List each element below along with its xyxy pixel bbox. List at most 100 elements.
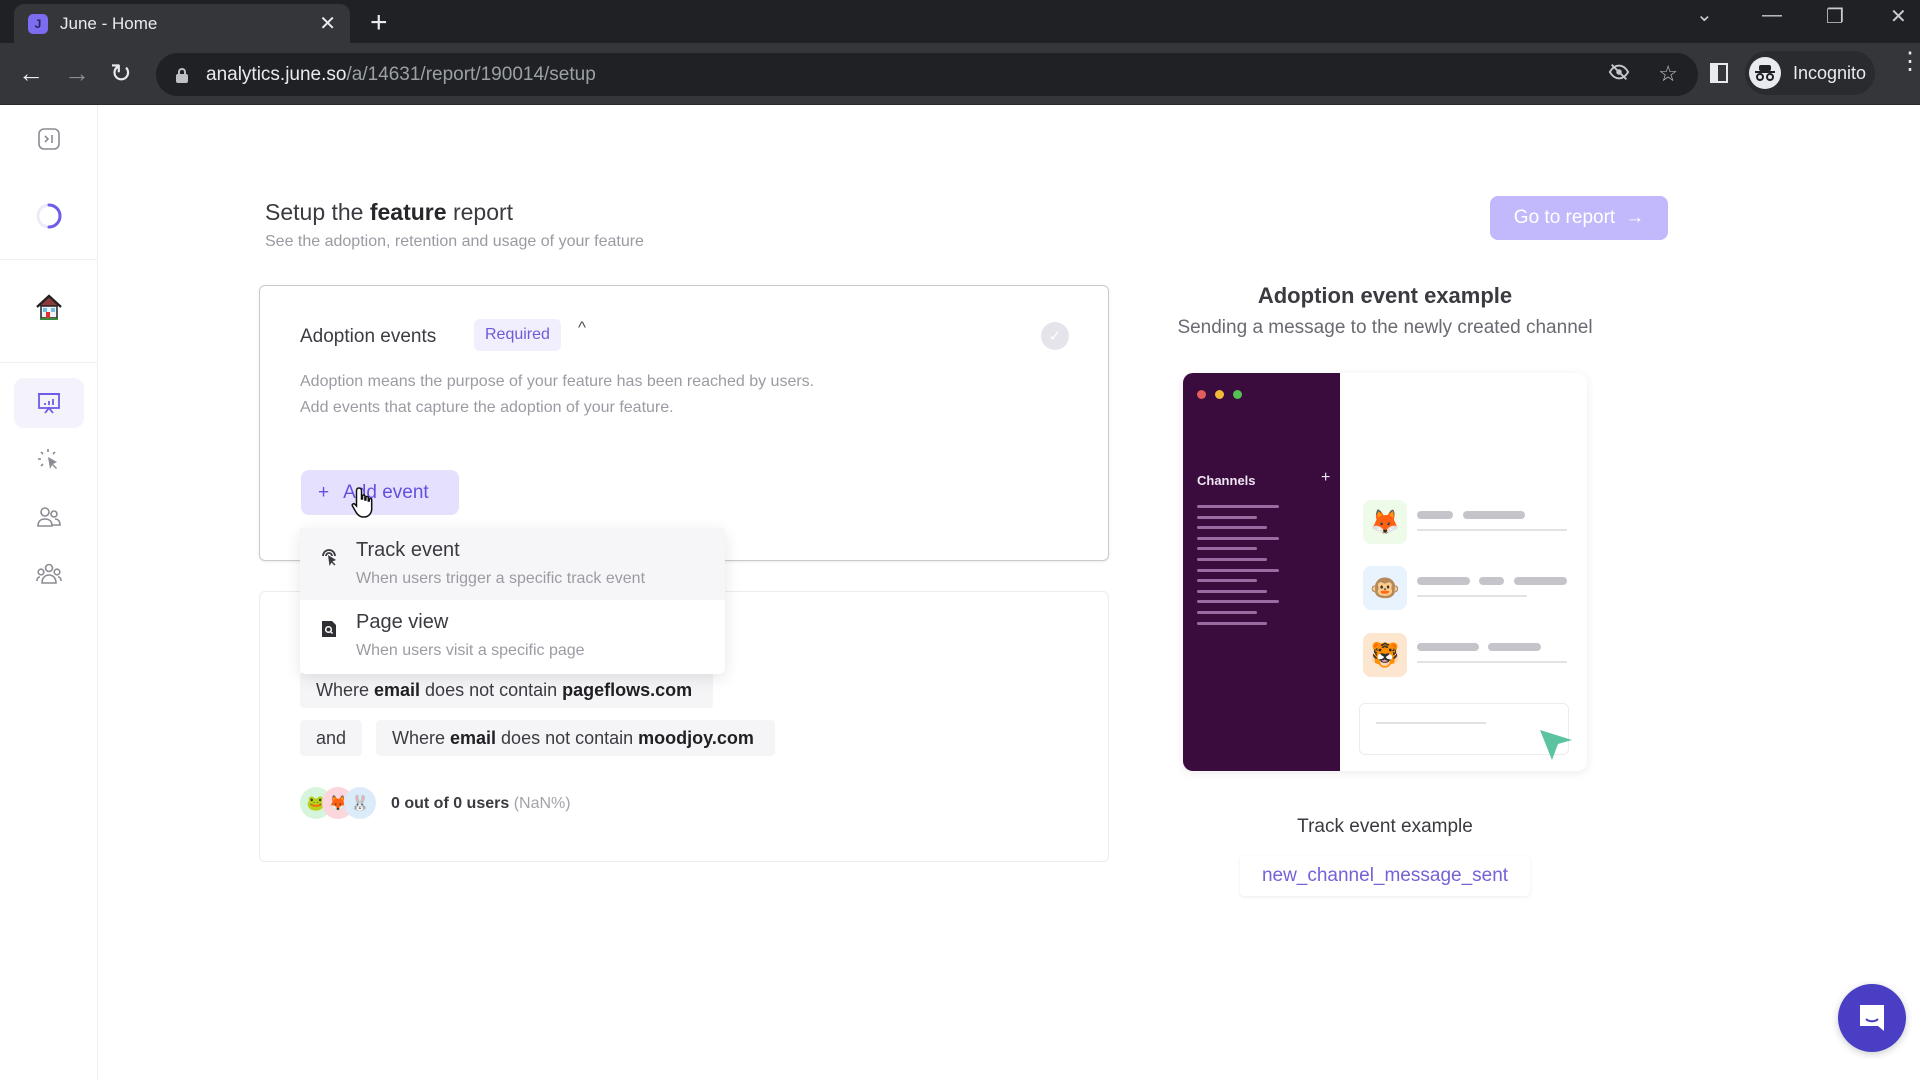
restore-icon[interactable]: ❐ <box>1826 4 1844 29</box>
mock-channel-line <box>1197 515 1257 519</box>
example-illustration: Channels + 🦊 🐵 🐯 <box>1183 373 1587 771</box>
mock-channel-line <box>1197 526 1267 530</box>
tab-search-icon[interactable]: ⌄ <box>1696 2 1713 27</box>
adoption-events-card: Adoption events Required ^ ✓ Adoption me… <box>259 285 1109 561</box>
bookmark-star-icon[interactable]: ☆ <box>1658 61 1678 89</box>
track-event-icon <box>322 549 336 566</box>
mock-channel-line <box>1197 621 1267 625</box>
filter-chip[interactable]: Where email does not contain pageflows.c… <box>300 672 714 708</box>
window-dot-red <box>1197 390 1206 399</box>
june-logo-icon: J <box>28 13 48 34</box>
sidebar-item-reports[interactable] <box>14 378 84 428</box>
mock-channel-line <box>1197 558 1267 561</box>
hand-cursor-icon <box>351 487 373 518</box>
adoption-events-heading: Adoption events <box>300 326 437 347</box>
loading-spinner-icon <box>36 203 62 229</box>
mock-channel-line <box>1197 589 1267 593</box>
chevron-up-icon[interactable]: ^ <box>578 318 586 338</box>
mock-bar <box>1417 511 1453 519</box>
tab-title: June - Home <box>60 13 158 33</box>
click-cursor-icon <box>38 449 57 469</box>
back-icon[interactable]: ← <box>18 58 44 89</box>
window-dot-yellow <box>1215 390 1224 399</box>
mock-sidebar: Channels + <box>1183 373 1340 771</box>
mock-avatar-fox: 🦊 <box>1363 500 1407 544</box>
app-sidebar <box>0 105 98 1080</box>
side-panel-icon[interactable] <box>1710 63 1728 83</box>
reload-icon[interactable]: ↻ <box>110 58 132 89</box>
expand-sidebar-icon <box>38 128 60 150</box>
mock-channel-line <box>1197 547 1257 551</box>
users-count: 0 out of 0 users (NaN%) <box>391 795 571 812</box>
adoption-description: Adoption means the purpose of your featu… <box>300 373 815 416</box>
page-title: Setup the feature report <box>265 199 514 225</box>
sidebar-divider <box>0 259 98 260</box>
example-title: Adoption event example <box>1257 283 1513 308</box>
add-event-button[interactable]: + Add event <box>301 470 459 515</box>
chat-icon <box>1860 1005 1884 1031</box>
mock-line <box>1417 529 1567 531</box>
sidebar-divider <box>0 362 98 363</box>
tracking-protection-icon[interactable] <box>1608 61 1630 89</box>
browser-toolbar: ← → ↻ analytics.june.so/a/14631/report/1… <box>0 43 1920 105</box>
page-view-icon <box>322 621 336 637</box>
user-avatars: 🐸 🦊 🐰 <box>300 787 380 821</box>
mock-bar <box>1417 577 1470 585</box>
mock-line <box>1376 722 1486 724</box>
users-icon <box>37 507 61 527</box>
mock-avatar-tiger: 🐯 <box>1363 633 1407 677</box>
browser-menu-icon[interactable]: ⋮ <box>1898 50 1920 74</box>
sidebar-item-events[interactable] <box>14 435 84 485</box>
house-icon <box>36 294 62 320</box>
profile-label: Incognito <box>1793 62 1867 83</box>
mock-line <box>1417 595 1527 597</box>
sidebar-item-people[interactable] <box>14 492 84 542</box>
mock-plus-icon: + <box>1321 469 1331 486</box>
mock-channel-line <box>1197 505 1279 508</box>
menu-item-page-view[interactable]: Page view When users visit a specific pa… <box>300 600 725 672</box>
example-event-name[interactable]: new_channel_message_sent <box>1240 856 1530 896</box>
required-badge: Required <box>474 319 561 351</box>
mock-channel-line <box>1197 579 1257 583</box>
mock-channels-label: Channels <box>1197 473 1256 488</box>
window-dot-green <box>1233 390 1242 399</box>
sidebar-item-companies[interactable] <box>14 549 84 599</box>
filter-connector[interactable]: and <box>300 720 363 756</box>
go-to-report-label: Go to report <box>1513 207 1616 228</box>
send-icon <box>1540 730 1572 760</box>
sidebar-item-home[interactable] <box>14 282 84 332</box>
go-to-report-button[interactable]: Go to report → <box>1490 196 1668 240</box>
chat-launcher-button[interactable] <box>1838 984 1906 1052</box>
incognito-icon <box>1749 57 1781 89</box>
check-circle-icon: ✓ <box>1041 322 1069 350</box>
mock-line <box>1417 661 1567 663</box>
sidebar-item-loading <box>14 191 84 241</box>
sidebar-item-expand[interactable] <box>14 114 84 164</box>
mock-bar <box>1463 511 1525 519</box>
tab-close-icon[interactable]: ✕ <box>319 11 336 36</box>
browser-tab-bar: J June - Home ✕ + ⌄ — ❐ ✕ <box>0 0 1920 43</box>
address-bar[interactable]: analytics.june.so/a/14631/report/190014/… <box>156 53 1698 96</box>
track-event-example-label: Track event example <box>1297 816 1473 837</box>
lock-icon <box>176 67 188 83</box>
example-subtitle: Sending a message to the newly created c… <box>1177 317 1593 338</box>
mock-bar <box>1514 577 1567 585</box>
profile-button[interactable]: Incognito <box>1745 51 1875 95</box>
url-host: analytics.june.so <box>206 63 347 85</box>
mock-bar <box>1479 577 1504 585</box>
browser-tab[interactable]: J June - Home ✕ <box>14 4 350 43</box>
mock-channel-line <box>1197 536 1279 540</box>
filter-chip[interactable]: Where email does not contain moodjoy.com <box>376 720 775 756</box>
forward-icon[interactable]: → <box>64 58 90 89</box>
mock-channel-line <box>1197 600 1279 604</box>
menu-item-track-event[interactable]: Track event When users trigger a specifi… <box>300 528 725 600</box>
plus-icon: + <box>318 481 330 503</box>
mock-channel-line <box>1197 568 1279 572</box>
arrow-right-icon: → <box>1625 207 1645 228</box>
new-tab-button[interactable]: + <box>370 6 388 40</box>
mock-channel-line <box>1197 611 1257 614</box>
close-window-icon[interactable]: ✕ <box>1890 4 1907 29</box>
minimize-icon[interactable]: — <box>1762 4 1782 27</box>
add-event-dropdown: Track event When users trigger a specifi… <box>300 528 725 674</box>
url-path: /a/14631/report/190014/setup <box>346 63 596 85</box>
